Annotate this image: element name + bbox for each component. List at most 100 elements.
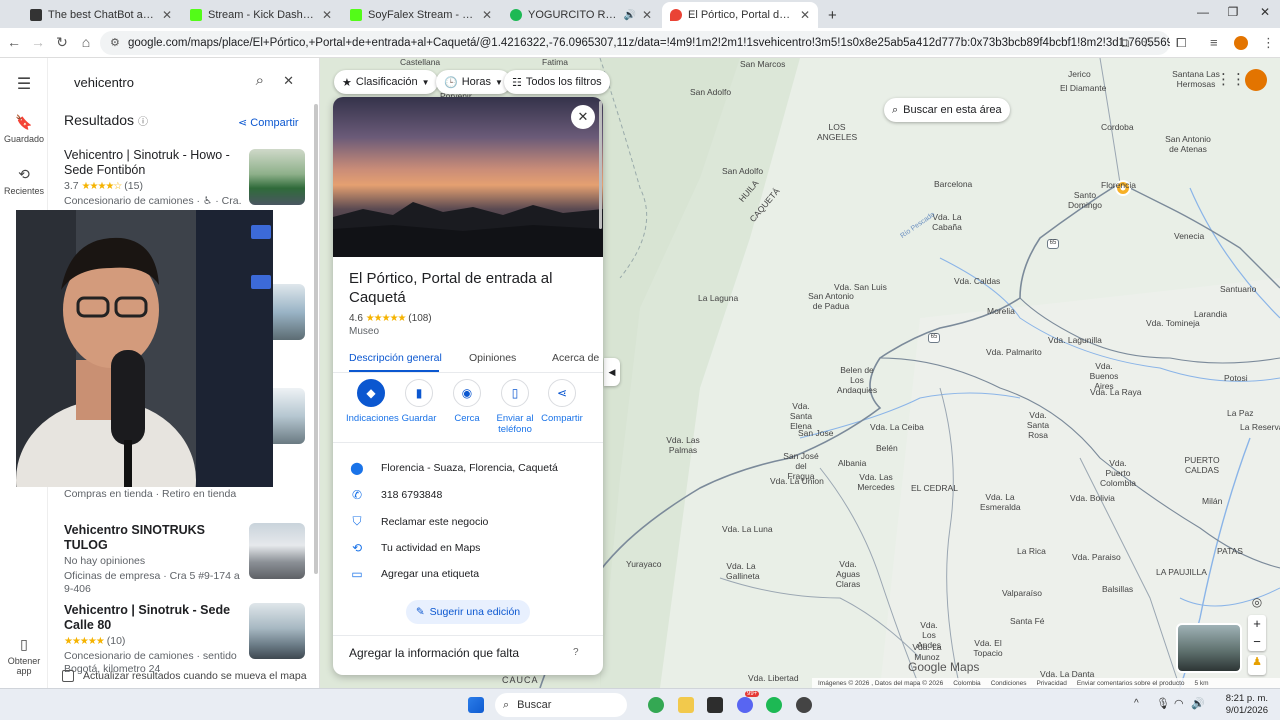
home-icon[interactable]: ⌂ xyxy=(76,34,96,50)
map-country-link[interactable]: Colombia xyxy=(953,680,980,687)
classification-filter-chip[interactable]: ★ Clasificación ▼ xyxy=(334,70,438,94)
new-tab-button[interactable]: + xyxy=(820,2,840,28)
save-button[interactable]: ▮ Guardar xyxy=(394,379,444,424)
zoom-out-icon[interactable]: − xyxy=(1248,633,1266,651)
clear-search-icon[interactable]: ✕ xyxy=(283,73,294,89)
place-category[interactable]: Museo xyxy=(349,326,379,337)
bookmark-star-icon[interactable]: ☆ xyxy=(1142,35,1154,51)
street-view-pegman-icon[interactable]: ♟ xyxy=(1248,655,1266,675)
map-scale-label[interactable]: 5 km xyxy=(1195,680,1209,687)
layers-thumbnail[interactable] xyxy=(1176,623,1242,673)
tab-el-portico[interactable]: El Pórtico, Portal de entrada al ✕ xyxy=(662,2,818,28)
site-info-icon[interactable]: ⚙ xyxy=(110,36,120,49)
filters-icon: ☷ xyxy=(512,76,522,89)
map-label: Cordoba xyxy=(1101,122,1134,132)
close-tab-icon[interactable]: ✕ xyxy=(322,8,332,22)
tab-chatbot[interactable]: The best ChatBot and Widgets ✕ xyxy=(22,2,180,28)
rail-recent[interactable]: ⟲ Recientes xyxy=(0,166,48,196)
results-scrollbar[interactable] xyxy=(314,104,318,574)
rail-get-app[interactable]: ▯ Obtener app xyxy=(0,636,48,676)
tab-reviews[interactable]: Opiniones xyxy=(469,352,516,364)
suggest-edit-button[interactable]: ✎ Sugerir una edición xyxy=(406,600,530,624)
result-thumbnail[interactable] xyxy=(249,523,305,579)
google-apps-icon[interactable]: ⋮⋮ xyxy=(1216,70,1246,88)
rating-stars-icon: ★★★★★ xyxy=(365,313,407,324)
map-terms-link[interactable]: Condiciones xyxy=(991,680,1027,687)
back-icon[interactable]: ← xyxy=(4,34,24,50)
share-results-button[interactable]: ⋖ Compartir xyxy=(238,116,299,129)
windows-start-icon[interactable] xyxy=(468,697,484,713)
phone-row[interactable]: ✆ 318 6793848 xyxy=(349,488,589,502)
taskbar-search[interactable]: ⌕ Buscar xyxy=(495,693,627,717)
store-app-icon[interactable] xyxy=(707,697,723,713)
maximize-icon[interactable]: ❐ xyxy=(1218,5,1248,19)
microphone-icon[interactable]: 🎙 xyxy=(1156,697,1170,710)
close-window-icon[interactable]: ✕ xyxy=(1250,5,1280,19)
extensions-icon[interactable]: ⧠ xyxy=(1176,35,1186,51)
update-results-checkbox[interactable] xyxy=(62,670,74,682)
map-label: Vda. La Raya xyxy=(1090,387,1142,397)
menu-icon[interactable]: ☰ xyxy=(0,74,48,94)
close-tab-icon[interactable]: ✕ xyxy=(800,8,810,22)
nearby-button[interactable]: ◉ Cerca xyxy=(442,379,492,424)
add-label-row[interactable]: ▭ Agregar una etiqueta xyxy=(349,567,589,581)
card-scrollbar[interactable] xyxy=(599,101,602,229)
info-icon[interactable]: ⓘ xyxy=(138,117,148,128)
taskbar-clock[interactable]: 8:21 p. m. 9/01/2026 xyxy=(1212,693,1268,717)
close-tab-icon[interactable]: ✕ xyxy=(642,8,652,22)
rail-saved[interactable]: 🔖 Guardado xyxy=(0,114,48,144)
profile-avatar[interactable] xyxy=(1234,36,1248,50)
volume-icon[interactable]: 🔊 xyxy=(1191,697,1205,710)
minimize-icon[interactable]: — xyxy=(1188,5,1218,19)
wifi-icon[interactable]: ◠ xyxy=(1174,697,1184,710)
directions-button[interactable]: ◆ Indicaciones xyxy=(346,379,399,424)
map-feedback-link[interactable]: Enviar comentarios sobre el producto xyxy=(1077,680,1185,687)
forward-icon[interactable]: → xyxy=(28,34,48,50)
result-review-count: (10) xyxy=(106,635,126,647)
chrome-app-icon[interactable] xyxy=(648,697,664,713)
tray-overflow-icon[interactable]: ^ xyxy=(1134,698,1139,709)
browser-menu-icon[interactable]: ⋮ xyxy=(1262,35,1275,51)
place-rating[interactable]: 4.6 ★★★★★ (108) xyxy=(349,313,432,324)
obs-app-icon[interactable] xyxy=(796,697,812,713)
my-location-icon[interactable]: ◎ xyxy=(1248,595,1266,613)
all-filters-chip[interactable]: ☷ Todos los filtros xyxy=(504,70,610,94)
hours-filter-label: Horas xyxy=(461,76,492,88)
install-app-icon[interactable]: ⧉ xyxy=(1120,35,1129,51)
file-explorer-icon[interactable] xyxy=(678,697,694,713)
tab-kick-dashboard[interactable]: Stream - Kick Dashboard ✕ xyxy=(182,2,340,28)
share-button[interactable]: ⋖ Compartir xyxy=(537,379,587,424)
tab-overview[interactable]: Descripción general xyxy=(349,352,442,364)
zoom-in-icon[interactable]: + xyxy=(1248,615,1266,633)
search-input[interactable]: vehicentro xyxy=(74,75,134,90)
search-icon[interactable]: ⌕ xyxy=(256,72,264,89)
close-tab-icon[interactable]: ✕ xyxy=(482,8,492,22)
search-box[interactable]: vehicentro ⌕ ✕ xyxy=(60,66,308,98)
spotify-app-icon[interactable] xyxy=(766,697,782,713)
result-thumbnail[interactable] xyxy=(249,149,305,205)
account-avatar[interactable] xyxy=(1245,69,1267,91)
search-this-area-button[interactable]: ⌕ Buscar en esta área xyxy=(884,98,1010,122)
map-privacy-link[interactable]: Privacidad xyxy=(1036,680,1066,687)
reload-icon[interactable]: ↻ xyxy=(52,34,72,51)
close-card-icon[interactable]: ✕ xyxy=(571,105,595,129)
claim-business-row[interactable]: ⛉ Reclamar este negocio xyxy=(349,514,589,529)
close-tab-icon[interactable]: ✕ xyxy=(162,8,172,22)
hours-filter-chip[interactable]: 🕒 Horas ▼ xyxy=(436,70,511,94)
result-thumbnail[interactable] xyxy=(249,603,305,659)
tab-about[interactable]: Acerca de xyxy=(552,352,599,364)
audio-playing-icon[interactable]: 🔊 xyxy=(623,10,635,21)
place-hero-image[interactable]: ✕ xyxy=(333,97,603,257)
discord-app-icon[interactable]: 99+ xyxy=(737,691,760,713)
directions-icon: ◆ xyxy=(357,379,385,407)
collapse-panel-icon[interactable]: ◀ xyxy=(604,358,620,386)
media-controls-icon[interactable]: ≡ xyxy=(1210,35,1218,50)
address-row[interactable]: ⬤ Florencia - Suaza, Florencia, Caquetá xyxy=(349,461,589,475)
map-label: Valparaíso xyxy=(1002,588,1043,598)
maps-activity-row[interactable]: ⟲ Tu actividad en Maps xyxy=(349,541,589,555)
send-to-phone-button[interactable]: ▯ Enviar al teléfono xyxy=(490,379,540,435)
help-icon[interactable]: ? xyxy=(573,647,579,658)
address-bar[interactable]: ⚙ google.com/maps/place/El+Pórtico,+Port… xyxy=(100,31,1170,55)
tab-yogurcito-remix[interactable]: YOGURCITO REMIX (feat. K 🔊 ✕ xyxy=(502,2,660,28)
tab-soyfalex-stream[interactable]: SoyFalex Stream - Watch Live o ✕ xyxy=(342,2,500,28)
